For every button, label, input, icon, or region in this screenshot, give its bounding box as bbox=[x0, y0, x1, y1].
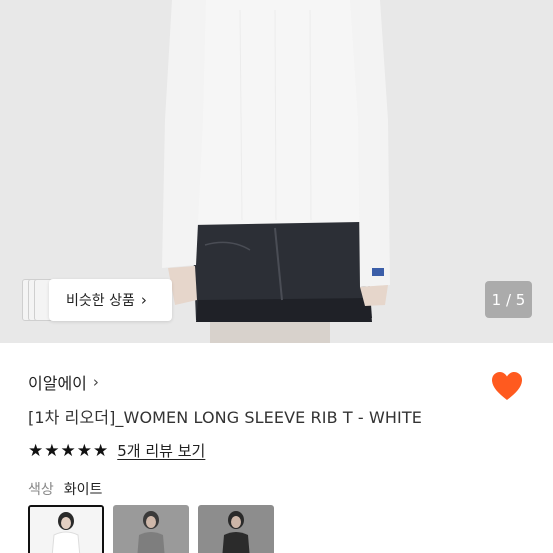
color-option-row: 색상 화이트 bbox=[28, 479, 102, 499]
view-reviews-link[interactable]: 5개 리뷰 보기 bbox=[117, 440, 205, 461]
product-title: [1차 리오더]_WOMEN LONG SLEEVE RIB T - WHITE bbox=[28, 408, 422, 427]
chevron-right-icon: › bbox=[140, 291, 147, 309]
color-label: 색상 bbox=[28, 482, 54, 498]
color-swatches bbox=[28, 505, 274, 553]
similar-products-label: 비슷한 상품 bbox=[66, 293, 135, 309]
selected-color-value: 화이트 bbox=[63, 482, 103, 498]
image-pager-indicator: 1 / 5 bbox=[485, 281, 532, 318]
star-icon: ★ bbox=[76, 440, 92, 461]
star-icon: ★ bbox=[93, 440, 109, 461]
color-swatch-white[interactable] bbox=[28, 505, 104, 553]
similar-products-button[interactable]: 비슷한 상품 › bbox=[49, 279, 172, 321]
color-swatch-gray[interactable] bbox=[113, 505, 189, 553]
product-image-gallery[interactable]: 비슷한 상품 › 1 / 5 bbox=[0, 0, 553, 343]
chevron-right-icon: › bbox=[92, 373, 99, 391]
heart-icon bbox=[492, 372, 522, 400]
brand-link[interactable]: 이알에이 › bbox=[28, 370, 99, 394]
brand-name: 이알에이 bbox=[28, 374, 87, 393]
rating-row: ★ ★ ★ ★ ★ 5개 리뷰 보기 bbox=[28, 440, 205, 461]
star-icon: ★ bbox=[60, 440, 76, 461]
star-icon: ★ bbox=[44, 440, 60, 461]
star-icon: ★ bbox=[28, 440, 44, 461]
wishlist-button[interactable] bbox=[490, 370, 524, 402]
rating-stars: ★ ★ ★ ★ ★ bbox=[28, 441, 108, 461]
color-swatch-black[interactable] bbox=[198, 505, 274, 553]
